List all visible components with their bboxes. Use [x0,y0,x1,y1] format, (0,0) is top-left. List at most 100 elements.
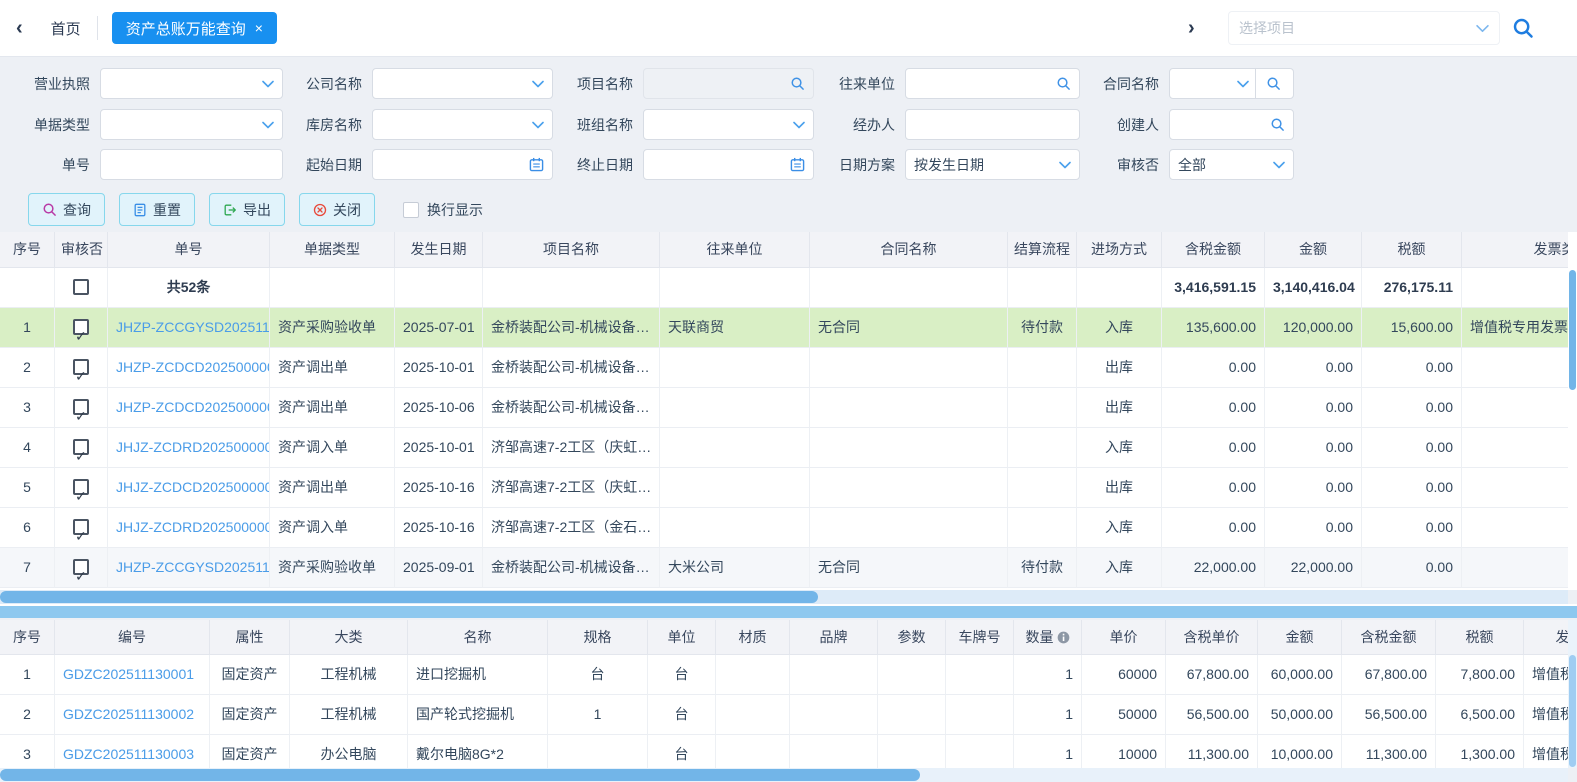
table-cell: 2025-10-16 [395,508,483,548]
export-button[interactable]: 导出 [209,193,285,226]
panel-splitter[interactable] [0,606,1577,618]
search-icon[interactable] [1512,17,1534,39]
app-window: ‹ 首页 资产总账万能查询 × › 选择项目 营业执照公司名称项目名称往来单位合… [0,0,1577,782]
doc-no-link[interactable]: JHZP-ZCCGYSD2025111 [108,308,270,348]
column-header: 金额 [1265,232,1362,268]
table-cell [1008,468,1077,508]
chevron-down-icon[interactable] [1237,80,1249,88]
forward-chevron-icon[interactable]: › [1188,18,1195,38]
info-icon[interactable] [1057,622,1070,655]
audit-status-select[interactable]: 全部 [1169,149,1294,180]
reset-button[interactable]: 重置 [119,193,195,226]
table-cell: 资产调出单 [270,468,395,508]
row-checkbox[interactable] [73,359,89,375]
creator-search[interactable] [1169,109,1294,140]
column-header: 进场方式 [1077,232,1162,268]
column-header: 往来单位 [660,232,810,268]
table-cell: 资产调入单 [270,508,395,548]
hscrollbar-thumb[interactable] [0,591,818,603]
column-header: 编号 [55,620,210,655]
doc-no-link[interactable]: JHZP-ZCDCD202500000 [108,348,270,388]
company-name-select[interactable] [372,68,553,99]
team-name-select[interactable] [643,109,814,140]
tab-close-icon[interactable]: × [255,20,263,36]
doc-no-link[interactable]: JHJZ-ZCDRD202500000 [108,508,270,548]
business-license-select[interactable] [100,68,283,99]
calendar-icon[interactable] [529,157,544,172]
table-cell [1462,508,1568,548]
table-cell: 增值税专用发票 [1524,655,1568,695]
detail-table-hscrollbar [0,768,1568,782]
query-button[interactable]: 查询 [28,193,105,226]
date-scheme-select[interactable]: 按发生日期 [905,149,1080,180]
table-cell: 6,500.00 [1436,695,1524,735]
row-checkbox[interactable] [73,399,89,415]
table-row[interactable]: 7JHZP-ZCCGYSD2025111资产采购验收单2025-09-01金桥装… [0,548,1568,588]
chevron-down-icon[interactable] [1273,161,1285,169]
chevron-down-icon[interactable] [532,80,544,88]
contract-name-select[interactable] [1169,68,1294,99]
hscrollbar-thumb[interactable] [0,769,920,781]
handler-input[interactable] [905,109,1080,140]
table-row[interactable]: 4JHJZ-ZCDRD202500000资产调入单2025-10-01济邹高速7… [0,428,1568,468]
search-icon[interactable] [1256,76,1285,91]
table-cell: 入库 [1077,508,1162,548]
close-button[interactable]: 关闭 [299,193,375,226]
table-row[interactable]: 5JHJZ-ZCDCD202500000资产调出单2025-10-16济邹高速7… [0,468,1568,508]
search-icon[interactable] [1270,117,1285,132]
table-row[interactable]: 2JHZP-ZCDCD202500000资产调出单2025-10-01金桥装配公… [0,348,1568,388]
search-icon[interactable] [1056,76,1071,91]
table-row[interactable]: 6JHJZ-ZCDRD202500000资产调入单2025-10-16济邹高速7… [0,508,1568,548]
start-date-picker[interactable] [372,149,553,180]
doc-no-link[interactable]: JHJZ-ZCDCD202500000 [108,468,270,508]
calendar-icon[interactable] [790,157,805,172]
table-cell [55,508,108,548]
chevron-down-icon[interactable] [532,121,544,129]
checkbox-icon[interactable] [403,202,419,218]
table-row[interactable]: 1GDZC202511130001固定资产工程机械进口挖掘机台台16000067… [0,655,1568,695]
wrap-display-checkbox[interactable]: 换行显示 [403,200,483,220]
table-cell [946,655,1014,695]
tab-home[interactable]: 首页 [51,18,81,39]
table-cell: 22,000.00 [1265,548,1362,588]
table-row[interactable]: 3JHZP-ZCDCD202500000资产调出单2025-10-06金桥装配公… [0,388,1568,428]
chevron-down-icon[interactable] [262,80,274,88]
table-cell [55,348,108,388]
doc-type-select[interactable] [100,109,283,140]
warehouse-select[interactable] [372,109,553,140]
row-checkbox[interactable] [73,479,89,495]
select-all-checkbox[interactable] [73,279,89,295]
doc-no-link[interactable]: JHJZ-ZCDRD202500000 [108,428,270,468]
chevron-down-icon[interactable] [1059,161,1071,169]
counterpart-search[interactable] [905,68,1080,99]
chevron-down-icon[interactable] [262,121,274,129]
row-checkbox[interactable] [73,559,89,575]
row-checkbox[interactable] [73,319,89,335]
project-select[interactable]: 选择项目 [1228,11,1500,45]
doc-no-input[interactable] [100,149,283,180]
vscrollbar-thumb[interactable] [1569,655,1576,767]
search-icon[interactable] [790,76,805,91]
column-header: 单价 [1082,620,1166,655]
table-cell: 7 [0,548,55,588]
project-name-search[interactable] [643,68,814,99]
vscrollbar-thumb[interactable] [1569,270,1576,390]
asset-no-link[interactable]: GDZC202511130001 [55,655,210,695]
table-row[interactable]: 1JHZP-ZCCGYSD2025111资产采购验收单2025-07-01金桥装… [0,308,1568,348]
table-cell: 0.00 [1162,468,1265,508]
table-cell [55,548,108,588]
table-cell: 金桥装配公司-机械设备… [483,348,660,388]
table-row[interactable]: 2GDZC202511130002固定资产工程机械国产轮式挖掘机1台150000… [0,695,1568,735]
table-cell: 2025-10-01 [395,348,483,388]
asset-no-link[interactable]: GDZC202511130002 [55,695,210,735]
tab-active[interactable]: 资产总账万能查询 × [112,12,277,44]
chevron-down-icon[interactable] [793,121,805,129]
row-checkbox[interactable] [73,439,89,455]
back-chevron-icon[interactable]: ‹ [16,18,23,38]
end-date-picker[interactable] [643,149,814,180]
table-cell: 待付款 [1008,308,1077,348]
doc-no-link[interactable]: JHZP-ZCDCD202500000 [108,388,270,428]
table-cell: 资产调出单 [270,388,395,428]
doc-no-link[interactable]: JHZP-ZCCGYSD2025111 [108,548,270,588]
row-checkbox[interactable] [73,519,89,535]
